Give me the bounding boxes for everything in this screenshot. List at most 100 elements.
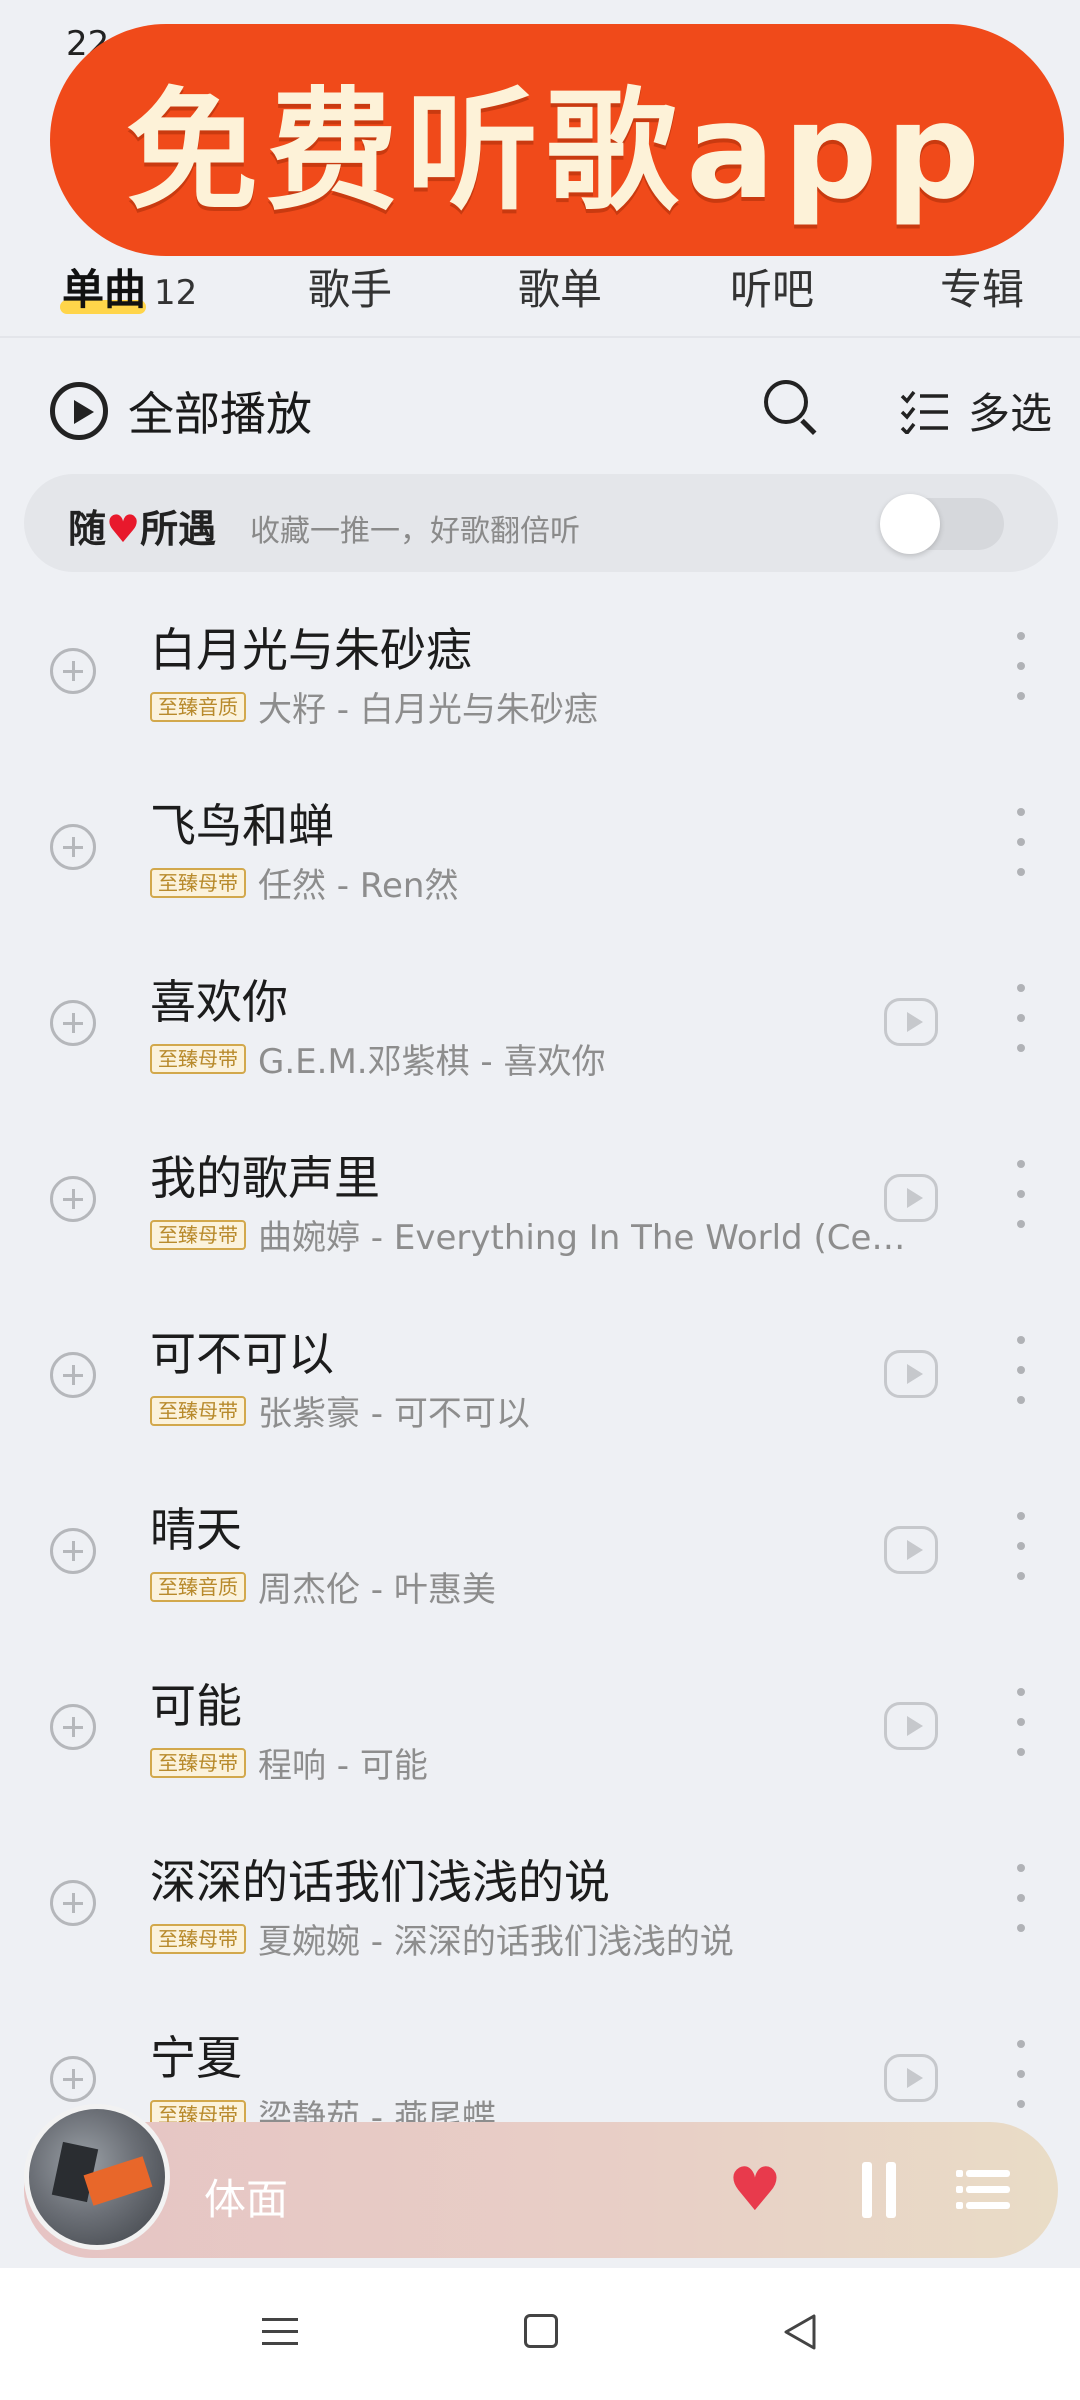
add-icon[interactable] bbox=[50, 2056, 96, 2102]
tab-albums-label: 专辑 bbox=[940, 265, 1025, 314]
more-options-icon[interactable] bbox=[1014, 1512, 1028, 1586]
more-options-icon[interactable] bbox=[1014, 1336, 1028, 1410]
tab-tingba[interactable]: 听吧 bbox=[730, 256, 814, 317]
mv-play-icon[interactable] bbox=[884, 1174, 938, 1222]
serendipity-toggle[interactable] bbox=[880, 494, 1004, 554]
song-artist-album: G.E.M.邓紫棋 - 喜欢你 bbox=[258, 1042, 606, 1082]
song-title: 可能 bbox=[150, 1679, 242, 1733]
song-artist-album: 大籽 - 白月光与朱砂痣 bbox=[258, 690, 598, 730]
song-row[interactable]: 深深的话我们浅浅的说至臻母带 夏婉婉 - 深深的话我们浅浅的说 bbox=[0, 1822, 1080, 1998]
more-options-icon[interactable] bbox=[1014, 2040, 1028, 2114]
serendipity-title-part2: 所遇 bbox=[140, 507, 217, 551]
quality-badge: 至臻母带 bbox=[150, 1395, 246, 1426]
mv-play-icon[interactable] bbox=[884, 998, 938, 1046]
add-icon[interactable] bbox=[50, 1352, 96, 1398]
song-meta: 至臻母带 G.E.M.邓紫棋 - 喜欢你 bbox=[150, 1034, 605, 1083]
promo-banner: 免费听歌app bbox=[50, 24, 1064, 256]
toggle-knob bbox=[880, 494, 940, 554]
list-toolbar: 全部播放 多选 bbox=[0, 350, 1080, 460]
quality-badge: 至臻母带 bbox=[150, 1219, 246, 1250]
banner-title: 免费听歌app bbox=[125, 74, 989, 229]
playlist-queue-icon[interactable] bbox=[956, 2164, 1010, 2216]
add-icon[interactable] bbox=[50, 1176, 96, 1222]
back-icon[interactable] bbox=[782, 2312, 818, 2352]
quality-badge: 至臻母带 bbox=[150, 867, 246, 898]
song-meta: 至臻音质 周杰伦 - 叶惠美 bbox=[150, 1562, 496, 1611]
tabs-divider bbox=[0, 336, 1080, 338]
song-title: 可不可以 bbox=[150, 1327, 334, 1381]
song-row[interactable]: 飞鸟和蝉至臻母带 任然 - Ren然 bbox=[0, 766, 1080, 942]
more-options-icon[interactable] bbox=[1014, 1160, 1028, 1234]
quality-badge: 至臻母带 bbox=[150, 1043, 246, 1074]
song-meta: 至臻母带 张紫豪 - 可不可以 bbox=[150, 1386, 530, 1435]
song-artist-album: 任然 - Ren然 bbox=[258, 866, 459, 906]
mv-play-icon[interactable] bbox=[884, 1526, 938, 1574]
song-title: 宁夏 bbox=[150, 2031, 242, 2085]
tab-albums[interactable]: 专辑 bbox=[940, 256, 1024, 317]
song-title: 深深的话我们浅浅的说 bbox=[150, 1855, 610, 1909]
song-row[interactable]: 喜欢你至臻母带 G.E.M.邓紫棋 - 喜欢你 bbox=[0, 942, 1080, 1118]
add-icon[interactable] bbox=[50, 648, 96, 694]
more-options-icon[interactable] bbox=[1014, 1688, 1028, 1762]
tab-songs-label: 单曲 bbox=[62, 265, 147, 314]
pause-icon[interactable] bbox=[860, 2162, 900, 2218]
add-icon[interactable] bbox=[50, 1000, 96, 1046]
tab-playlists-label: 歌单 bbox=[518, 265, 603, 314]
song-title: 晴天 bbox=[150, 1503, 242, 1557]
heart-icon[interactable]: ♥ bbox=[728, 2160, 782, 2220]
tab-singers[interactable]: 歌手 bbox=[308, 256, 392, 317]
menu-icon[interactable] bbox=[262, 2316, 298, 2348]
song-row[interactable]: 可不可以至臻母带 张紫豪 - 可不可以 bbox=[0, 1294, 1080, 1470]
serendipity-subtitle: 收藏一推一，好歌翻倍听 bbox=[250, 514, 580, 549]
home-icon[interactable] bbox=[524, 2314, 558, 2348]
song-row[interactable]: 可能至臻母带 程响 - 可能 bbox=[0, 1646, 1080, 1822]
tab-songs[interactable]: 单曲 12 bbox=[62, 256, 197, 317]
more-options-icon[interactable] bbox=[1014, 632, 1028, 706]
song-meta: 至臻母带 夏婉婉 - 深深的话我们浅浅的说 bbox=[150, 1914, 734, 1963]
mv-play-icon[interactable] bbox=[884, 1702, 938, 1750]
add-icon[interactable] bbox=[50, 824, 96, 870]
multi-select-button[interactable]: 多选 bbox=[900, 380, 1052, 441]
play-all-button[interactable]: 全部播放 bbox=[50, 378, 312, 444]
song-meta: 至臻母带 任然 - Ren然 bbox=[150, 858, 458, 907]
quality-badge: 至臻音质 bbox=[150, 691, 246, 722]
serendipity-title: 随♥所遇 bbox=[68, 498, 216, 553]
song-row[interactable]: 白月光与朱砂痣 至臻音质 大籽 - 白月光与朱砂痣 bbox=[0, 590, 1080, 766]
quality-badge: 至臻母带 bbox=[150, 1923, 246, 1954]
more-options-icon[interactable] bbox=[1014, 1864, 1028, 1938]
serendipity-bar: 随♥所遇 收藏一推一，好歌翻倍听 bbox=[24, 474, 1058, 572]
mv-play-icon[interactable] bbox=[884, 2054, 938, 2102]
add-icon[interactable] bbox=[50, 1528, 96, 1574]
song-row[interactable]: 我的歌声里至臻母带 曲婉婷 - Everything In The World (… bbox=[0, 1118, 1080, 1294]
song-artist-album: 程响 - 可能 bbox=[258, 1746, 428, 1786]
song-title: 喜欢你 bbox=[150, 975, 288, 1029]
mini-player[interactable]: 体面 ♥ bbox=[24, 2104, 1058, 2258]
system-nav-bar bbox=[0, 2268, 1080, 2400]
now-playing-title: 体面 bbox=[204, 2175, 289, 2224]
song-meta: 至臻音质 大籽 - 白月光与朱砂痣 bbox=[150, 682, 598, 731]
song-row[interactable]: 晴天至臻音质 周杰伦 - 叶惠美 bbox=[0, 1470, 1080, 1646]
song-title: 我的歌声里 bbox=[150, 1151, 380, 1205]
add-icon[interactable] bbox=[50, 1704, 96, 1750]
more-options-icon[interactable] bbox=[1014, 984, 1028, 1058]
search-icon[interactable] bbox=[764, 380, 817, 435]
album-cover[interactable] bbox=[24, 2104, 170, 2250]
tab-playlists[interactable]: 歌单 bbox=[518, 256, 602, 317]
song-artist-album: 张紫豪 - 可不可以 bbox=[258, 1394, 530, 1434]
add-icon[interactable] bbox=[50, 1880, 96, 1926]
serendipity-title-part1: 随 bbox=[68, 507, 107, 551]
mv-play-icon[interactable] bbox=[884, 1350, 938, 1398]
quality-badge: 至臻母带 bbox=[150, 1747, 246, 1778]
song-meta: 至臻母带 曲婉婷 - Everything In The World (Ce… bbox=[150, 1210, 905, 1259]
more-options-icon[interactable] bbox=[1014, 808, 1028, 882]
song-artist-album: 夏婉婉 - 深深的话我们浅浅的说 bbox=[258, 1922, 734, 1962]
multi-select-label: 多选 bbox=[968, 389, 1053, 438]
tab-bar: 单曲 12 歌手 歌单 听吧 专辑 bbox=[0, 256, 1080, 336]
song-artist-album: 周杰伦 - 叶惠美 bbox=[258, 1570, 496, 1610]
tab-tingba-label: 听吧 bbox=[730, 265, 815, 314]
tab-songs-count: 12 bbox=[154, 273, 198, 313]
checklist-icon bbox=[900, 390, 948, 434]
song-title: 飞鸟和蝉 bbox=[150, 799, 334, 853]
play-all-label: 全部播放 bbox=[128, 387, 312, 441]
song-meta: 至臻母带 程响 - 可能 bbox=[150, 1738, 428, 1787]
